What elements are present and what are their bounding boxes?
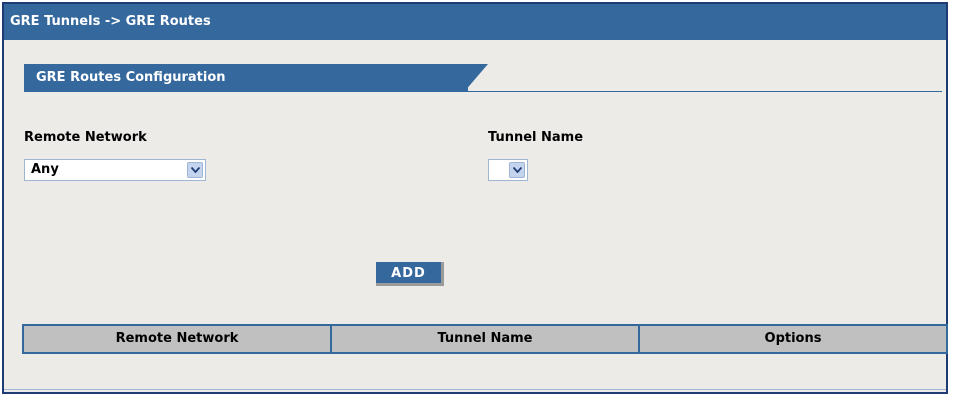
remote-network-select[interactable]: Any bbox=[24, 159, 206, 181]
section-divider bbox=[24, 91, 942, 92]
remote-network-value: Any bbox=[31, 162, 59, 177]
section-title: GRE Routes Configuration bbox=[24, 64, 468, 92]
routes-table-header: Remote Network Tunnel Name Options bbox=[22, 324, 948, 354]
remote-network-label: Remote Network bbox=[24, 130, 147, 145]
section-tab-corner bbox=[464, 64, 488, 92]
breadcrumb-text: GRE Tunnels -> GRE Routes bbox=[10, 14, 211, 29]
section-header: GRE Routes Configuration bbox=[24, 64, 942, 94]
bottom-divider bbox=[4, 389, 946, 390]
page-frame: GRE Tunnels -> GRE Routes GRE Routes Con… bbox=[2, 2, 948, 394]
column-header-tunnel-name[interactable]: Tunnel Name bbox=[332, 326, 640, 352]
column-header-options[interactable]: Options bbox=[640, 326, 946, 352]
breadcrumb: GRE Tunnels -> GRE Routes bbox=[4, 4, 946, 40]
add-button[interactable]: ADD bbox=[376, 262, 444, 286]
chevron-down-icon[interactable] bbox=[187, 162, 203, 178]
chevron-down-icon[interactable] bbox=[509, 162, 525, 178]
tunnel-name-select[interactable] bbox=[488, 159, 528, 181]
tunnel-name-label: Tunnel Name bbox=[488, 130, 584, 145]
column-header-remote-network[interactable]: Remote Network bbox=[24, 326, 332, 352]
